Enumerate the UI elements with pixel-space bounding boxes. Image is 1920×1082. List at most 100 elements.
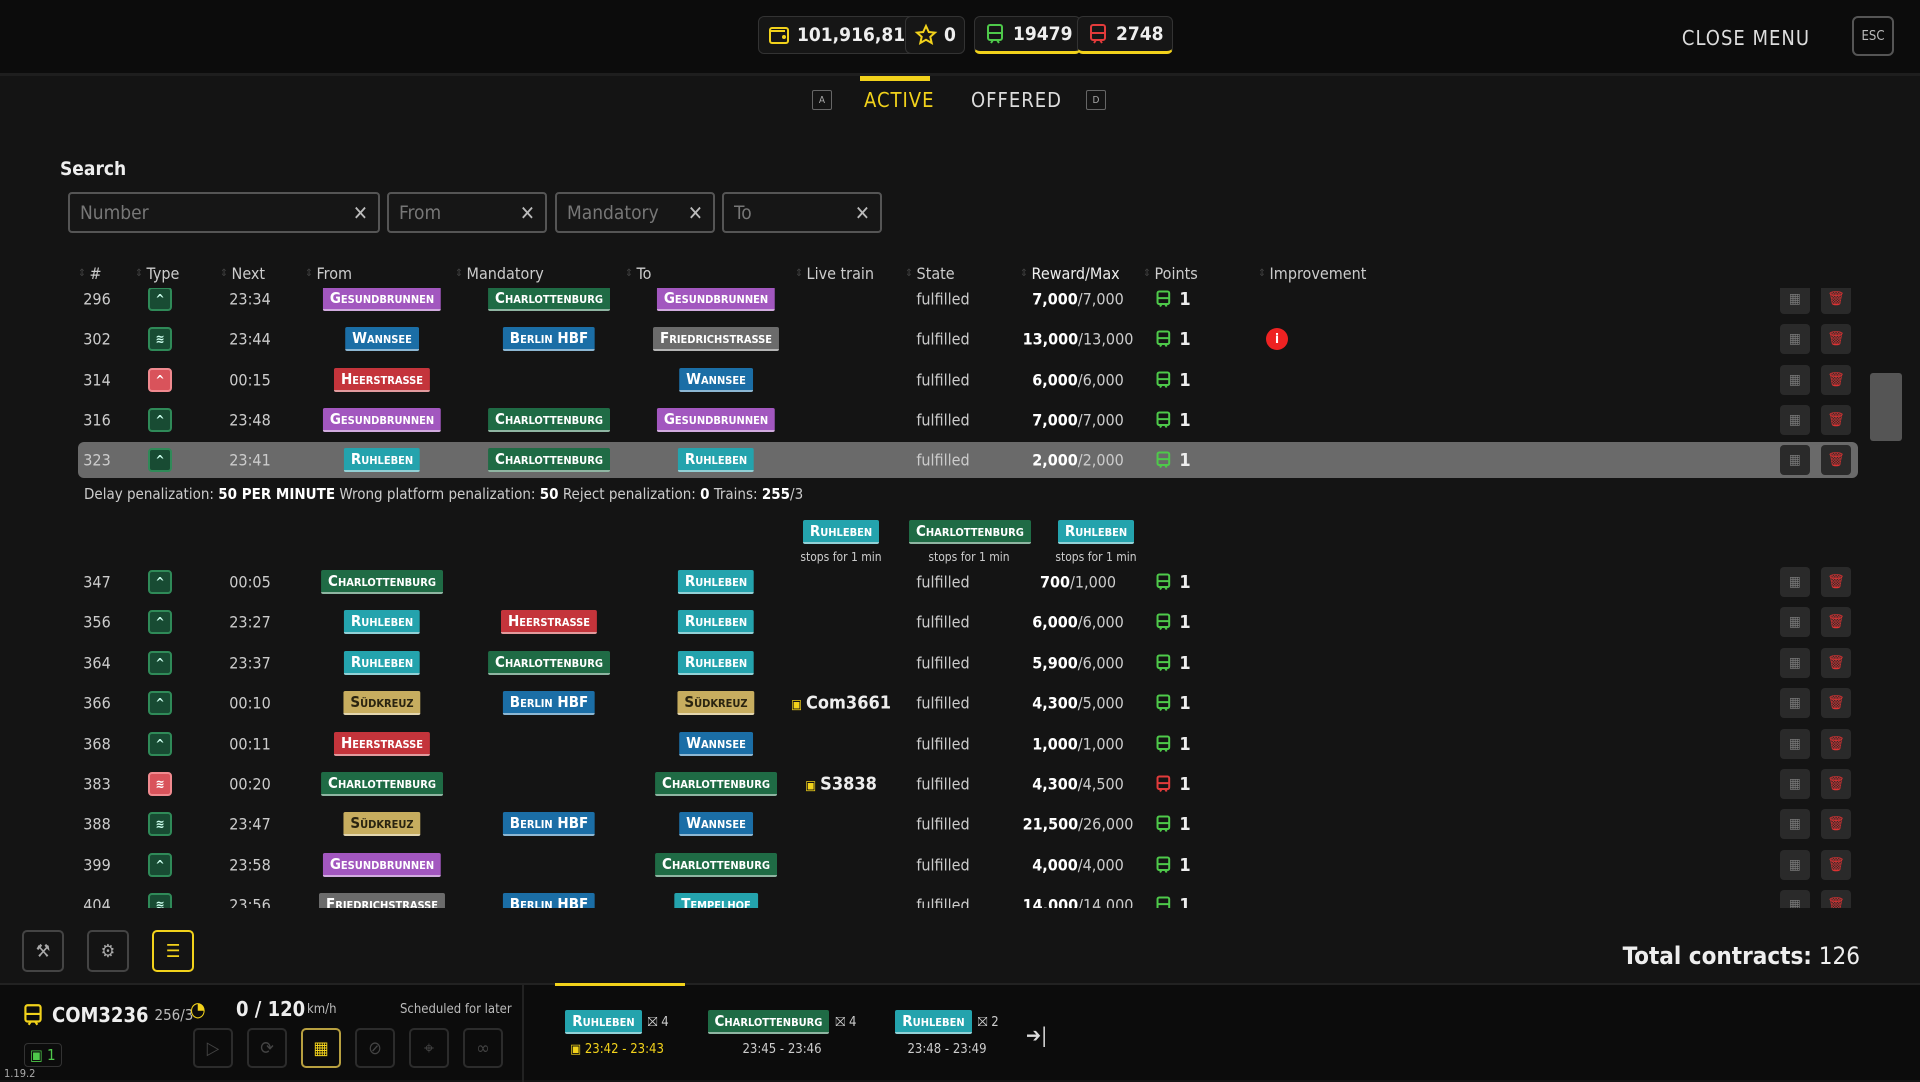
delete-contract-button[interactable]: 🗑 bbox=[1821, 688, 1851, 718]
delete-contract-button[interactable]: 🗑 bbox=[1821, 288, 1851, 314]
table-row[interactable]: 404 ≋ 23:56 Friedrichstraße Berlin HBF Tempel… bbox=[78, 887, 1858, 908]
number-filter[interactable]: ✕ bbox=[68, 192, 380, 233]
table-row[interactable]: 383 ≋ 00:20 Charlottenburg Charlottenburg ▣ S3… bbox=[78, 766, 1858, 802]
delete-contract-button[interactable]: 🗑 bbox=[1821, 890, 1851, 908]
schedule-contract-button[interactable]: ▦ bbox=[1780, 890, 1810, 908]
schedule-button[interactable]: ▦ bbox=[301, 1028, 341, 1068]
exit-arrow-icon[interactable]: ➔| bbox=[1026, 1023, 1047, 1047]
schedule-contract-button[interactable]: ▦ bbox=[1780, 688, 1810, 718]
link-button[interactable]: ∞ bbox=[463, 1028, 503, 1068]
column-header[interactable]: ⇕ Next bbox=[220, 264, 265, 283]
type-red-icon: ≋ bbox=[148, 772, 172, 796]
column-header[interactable]: ⇕ State bbox=[905, 264, 955, 283]
delete-contract-button[interactable]: 🗑 bbox=[1821, 729, 1851, 759]
live-train[interactable]: ▣ Com3661 bbox=[791, 693, 891, 714]
mandatory-input[interactable] bbox=[567, 201, 676, 224]
column-header[interactable]: ⇕ Reward/Max bbox=[1020, 264, 1120, 283]
reward-max: 4,500 bbox=[1082, 774, 1124, 794]
clear-icon[interactable]: ✕ bbox=[688, 201, 703, 225]
from-station-badge: Ruhleben bbox=[343, 651, 421, 675]
delete-contract-button[interactable]: 🗑 bbox=[1821, 445, 1851, 475]
schedule-contract-button[interactable]: ▦ bbox=[1780, 365, 1810, 395]
disable-button[interactable]: ⊘ bbox=[355, 1028, 395, 1068]
column-header[interactable]: ⇕ Improvement bbox=[1258, 264, 1366, 283]
green-trains-value: 19479 bbox=[1013, 23, 1073, 45]
clear-icon[interactable]: ✕ bbox=[855, 201, 870, 225]
to-station-badge: Tempelhof bbox=[674, 893, 758, 908]
contract-number: 368 bbox=[83, 734, 111, 754]
table-row[interactable]: 302 ≋ 23:44 Wannsee Berlin HBF Friedrichstraß… bbox=[78, 321, 1858, 357]
reverse-button[interactable]: ⟳ bbox=[247, 1028, 287, 1068]
table-row[interactable]: 366 ^ 00:10 Südkreuz Berlin HBF Südkreuz ▣ Com3… bbox=[78, 685, 1858, 721]
schedule-contract-button[interactable]: ▦ bbox=[1780, 729, 1810, 759]
star-icon bbox=[914, 23, 938, 45]
schedule-contract-button[interactable]: ▦ bbox=[1780, 769, 1810, 799]
column-header[interactable]: ⇕ Live train bbox=[795, 264, 874, 283]
column-header[interactable]: ⇕ Type bbox=[135, 264, 179, 283]
state: fulfilled bbox=[916, 450, 970, 470]
table-row[interactable]: 399 ^ 23:58 Gesundbrunnen Charlottenburg fulf… bbox=[78, 847, 1858, 883]
reward-value: 4,000 bbox=[1032, 855, 1078, 875]
table-row[interactable]: 356 ^ 23:27 Ruhleben Heerstraße Ruhleben fulfi… bbox=[78, 604, 1858, 640]
delete-contract-button[interactable]: 🗑 bbox=[1821, 365, 1851, 395]
schedule-contract-button[interactable]: ▦ bbox=[1780, 648, 1810, 678]
to-filter[interactable]: ✕ bbox=[722, 192, 882, 233]
delete-contract-button[interactable]: 🗑 bbox=[1821, 850, 1851, 880]
table-row[interactable]: 323 ^ 23:41 Ruhleben Charlottenburg Ruhleben f… bbox=[78, 442, 1858, 478]
table-row[interactable]: 388 ≋ 23:47 Südkreuz Berlin HBF Wannsee fulfil… bbox=[78, 806, 1858, 842]
live-train[interactable]: ▣ S3838 bbox=[805, 774, 877, 795]
column-header[interactable]: ⇕ # bbox=[78, 264, 102, 283]
schedule-contract-button[interactable]: ▦ bbox=[1780, 567, 1810, 597]
delete-contract-button[interactable]: 🗑 bbox=[1821, 567, 1851, 597]
table-row[interactable]: 364 ^ 23:37 Ruhleben Charlottenburg Ruhleben f… bbox=[78, 645, 1858, 681]
route-stop[interactable]: Charlottenburg ⛝ 4 23:45 - 23:46 bbox=[702, 1010, 862, 1057]
tab-offered[interactable]: OFFERED bbox=[971, 88, 1062, 112]
column-header[interactable]: ⇕ Mandatory bbox=[455, 264, 544, 283]
table-row[interactable]: 316 ^ 23:48 Gesundbrunnen Charlottenburg Gesu… bbox=[78, 402, 1858, 438]
schedule-contract-button[interactable]: ▦ bbox=[1780, 288, 1810, 314]
green-trains-stat[interactable]: 19479 bbox=[974, 16, 1082, 54]
contracts-list: 296 ^ 23:34 Gesundbrunnen Charlottenburg Gesu… bbox=[0, 288, 1880, 908]
route-stop[interactable]: Ruhleben ⛝ 2 23:48 - 23:49 bbox=[867, 1010, 1027, 1057]
delete-contract-button[interactable]: 🗑 bbox=[1821, 809, 1851, 839]
contract-number: 302 bbox=[83, 329, 111, 349]
table-row[interactable]: 296 ^ 23:34 Gesundbrunnen Charlottenburg Gesu… bbox=[78, 288, 1858, 317]
schedule-contract-button[interactable]: ▦ bbox=[1780, 445, 1810, 475]
mandatory-filter[interactable]: ✕ bbox=[555, 192, 715, 233]
column-header[interactable]: ⇕ To bbox=[625, 264, 651, 283]
red-trains-stat[interactable]: 2748 bbox=[1077, 16, 1173, 54]
to-input[interactable] bbox=[734, 201, 843, 224]
column-header[interactable]: ⇕ Points bbox=[1143, 264, 1198, 283]
contracts-button[interactable]: ☰ bbox=[152, 930, 194, 972]
clear-icon[interactable]: ✕ bbox=[353, 201, 368, 225]
delete-contract-button[interactable]: 🗑 bbox=[1821, 324, 1851, 354]
column-header[interactable]: ⇕ From bbox=[305, 264, 352, 283]
info-icon[interactable]: i bbox=[1266, 328, 1288, 350]
schedule-contract-button[interactable]: ▦ bbox=[1780, 809, 1810, 839]
route-stop[interactable]: Ruhleben ⛝ 4 ▣ 23:42 - 23:43 bbox=[537, 1010, 697, 1057]
table-row[interactable]: 347 ^ 00:05 Charlottenburg Ruhleben fulfilled… bbox=[78, 564, 1858, 600]
tab-active[interactable]: ACTIVE bbox=[864, 88, 934, 112]
number-input[interactable] bbox=[80, 201, 311, 224]
table-row[interactable]: 368 ^ 00:11 Heerstraße Wannsee fulfilled 1,000… bbox=[78, 726, 1858, 762]
clear-icon[interactable]: ✕ bbox=[520, 201, 535, 225]
locate-button[interactable]: ⌖ bbox=[409, 1028, 449, 1068]
schedule-contract-button[interactable]: ▦ bbox=[1780, 607, 1810, 637]
scrollbar-thumb[interactable] bbox=[1870, 373, 1902, 441]
schedule-contract-button[interactable]: ▦ bbox=[1780, 850, 1810, 880]
table-row[interactable]: 314 ^ 00:15 Heerstraße Wannsee fulfilled 6,000… bbox=[78, 362, 1858, 398]
schedule-contract-button[interactable]: ▦ bbox=[1780, 324, 1810, 354]
from-input[interactable] bbox=[399, 201, 508, 224]
delete-contract-button[interactable]: 🗑 bbox=[1821, 648, 1851, 678]
delete-contract-button[interactable]: 🗑 bbox=[1821, 607, 1851, 637]
settings-button[interactable]: ⚙ bbox=[87, 930, 129, 972]
from-filter[interactable]: ✕ bbox=[387, 192, 547, 233]
delete-contract-button[interactable]: 🗑 bbox=[1821, 769, 1851, 799]
close-menu-button[interactable]: CLOSE MENU bbox=[1682, 26, 1810, 50]
esc-key-button[interactable]: ESC bbox=[1852, 16, 1894, 56]
delete-contract-button[interactable]: 🗑 bbox=[1821, 405, 1851, 435]
play-button[interactable]: ▷ bbox=[193, 1028, 233, 1068]
schedule-contract-button[interactable]: ▦ bbox=[1780, 405, 1810, 435]
construction-button[interactable]: ⚒ bbox=[22, 930, 64, 972]
route-station-badge: Charlottenburg bbox=[707, 1010, 830, 1034]
